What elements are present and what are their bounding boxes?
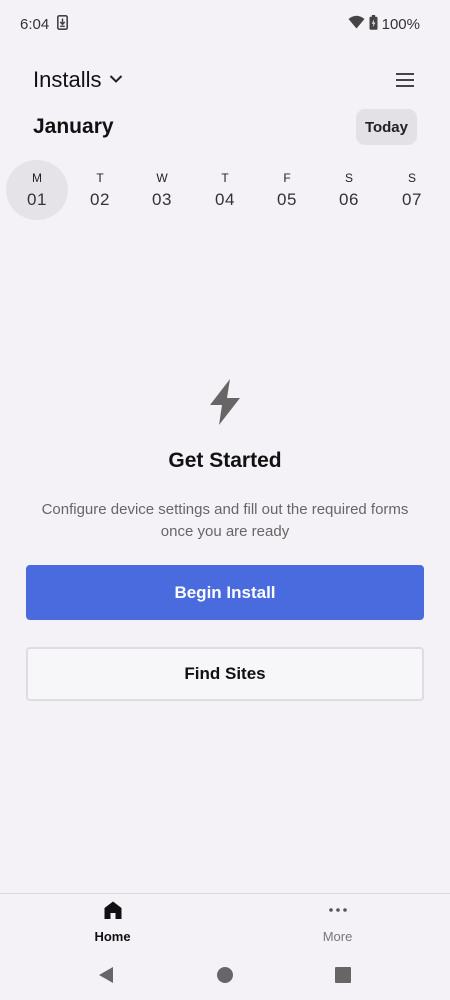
day-letter: S	[344, 170, 353, 185]
day-number: 05	[277, 189, 297, 209]
day-letter: W	[156, 170, 168, 185]
battery-percent: 100%	[381, 15, 420, 33]
system-nav-bar	[0, 950, 450, 1000]
day-05[interactable]: F 05	[256, 160, 318, 220]
empty-state: Get Started Configure device settings an…	[0, 378, 450, 543]
day-number: 04	[215, 189, 235, 209]
page-title: Installs	[33, 67, 102, 92]
day-letter: M	[32, 170, 42, 185]
app-header: Installs	[0, 60, 450, 100]
day-04[interactable]: T 04	[194, 160, 256, 220]
empty-state-title: Get Started	[168, 449, 282, 472]
empty-state-description: Configure device settings and fill out t…	[41, 501, 409, 540]
day-02[interactable]: T 02	[69, 160, 131, 220]
home-circle-icon[interactable]	[213, 963, 237, 987]
day-letter: T	[96, 170, 104, 185]
day-number: 06	[339, 189, 359, 209]
day-01[interactable]: M 01	[6, 160, 68, 220]
battery-icon	[369, 14, 378, 34]
wifi-icon	[348, 15, 365, 33]
month-row: January Today	[0, 108, 450, 146]
home-icon	[103, 900, 123, 925]
day-number: 03	[152, 189, 172, 209]
download-icon	[57, 14, 69, 34]
back-icon[interactable]	[94, 963, 118, 987]
begin-install-button[interactable]: Begin Install	[26, 565, 424, 620]
day-letter: S	[407, 170, 416, 185]
lightning-bolt-icon	[208, 378, 242, 431]
day-03[interactable]: W 03	[131, 160, 193, 220]
day-06[interactable]: S 06	[318, 160, 380, 220]
day-letter: T	[221, 170, 229, 185]
installs-dropdown[interactable]: Installs	[33, 67, 123, 93]
nav-item-home[interactable]: Home	[0, 894, 225, 950]
menu-icon[interactable]	[394, 69, 416, 91]
day-letter: F	[283, 170, 291, 185]
day-number: 01	[27, 189, 47, 209]
status-right: 100%	[348, 14, 420, 34]
nav-label-home: Home	[94, 929, 131, 944]
bottom-nav: Home More	[0, 893, 450, 950]
nav-item-more[interactable]: More	[225, 894, 450, 950]
status-left: 6:04	[20, 14, 69, 34]
day-number: 02	[90, 189, 110, 209]
day-07[interactable]: S 07	[381, 160, 443, 220]
chevron-down-icon	[109, 71, 123, 89]
status-bar: 6:04 100%	[0, 0, 450, 48]
day-number: 07	[402, 189, 422, 209]
today-button[interactable]: Today	[355, 109, 417, 145]
status-time: 6:04	[20, 15, 50, 33]
recents-icon[interactable]	[331, 963, 355, 987]
more-dots-icon	[328, 900, 348, 925]
find-sites-button[interactable]: Find Sites	[26, 647, 424, 701]
week-strip: M 01 T 02 W 03 T 04 F 05 S 06 S 07	[0, 160, 450, 220]
month-label: January	[33, 115, 114, 138]
nav-label-more: More	[322, 929, 353, 944]
